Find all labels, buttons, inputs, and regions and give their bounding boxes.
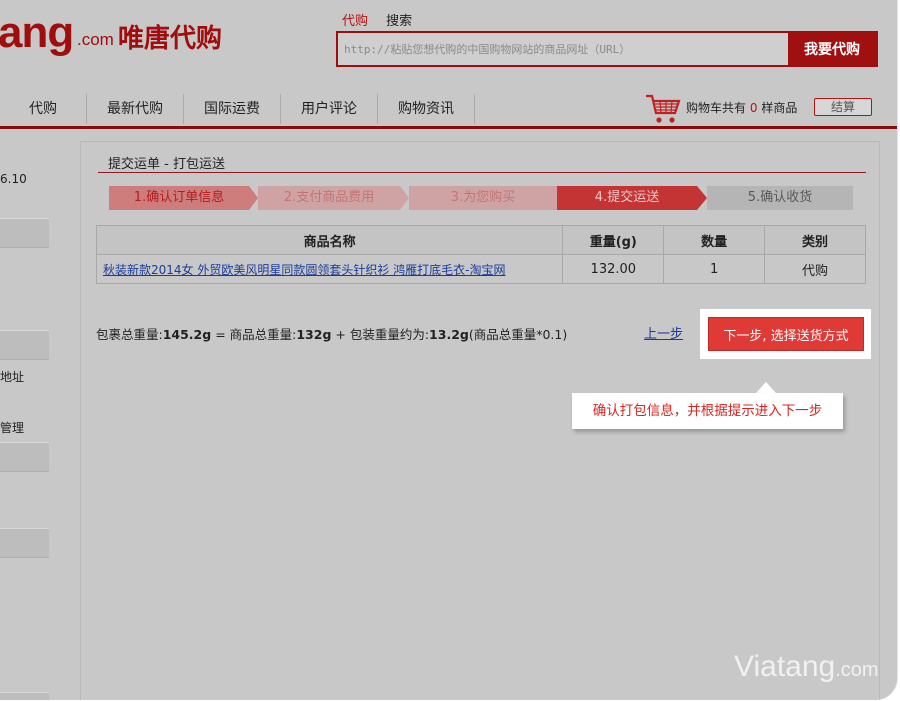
cell-name: 秋装新款2014女 外贸欧美风明星同款圆领套头针织衫 鸿雁打底毛衣-淘宝网 [95, 254, 564, 284]
sidebar-address-fragment[interactable]: 地址 [0, 368, 24, 385]
weight-goods: 132g [296, 327, 332, 342]
tooltip-hint: 确认打包信息，并根据提示进入下一步 [572, 393, 843, 429]
sidebar-manage-fragment[interactable]: 管理 [0, 419, 24, 436]
weight-label-pack: + 包装重量约为: [331, 327, 430, 342]
package-weight-summary: 包裹总重量:145.2g = 商品总重量:132g + 包装重量约为:13.2g… [96, 324, 567, 343]
cart-prefix: 购物车共有 [686, 101, 747, 115]
page-screen: ang .com 唯唐代购 代购 搜索 我要代购 代购 最新代购 国际运费 用户… [0, 0, 898, 700]
step-arrow [400, 186, 409, 210]
nav-item-daigou[interactable]: 代购 [0, 94, 87, 124]
cart-count: 0 [749, 101, 758, 115]
product-link[interactable]: 秋装新款2014女 外贸欧美风明星同款圆领套头针织衫 鸿雁打底毛衣-淘宝网 [103, 263, 506, 277]
prev-step-link[interactable]: 上一步 [644, 323, 683, 342]
daigou-button[interactable]: 我要代购 [788, 33, 876, 65]
sidebar-section-bar [0, 692, 49, 700]
weight-label-total: 包裹总重量: [96, 327, 163, 342]
search-mode-tabs: 代购 搜索 [342, 10, 426, 29]
col-header-qty: 数量 [663, 225, 766, 255]
watermark-main: Viatang [734, 650, 836, 683]
step-pay: 2.支付商品费用 [258, 186, 400, 210]
sidebar-date-fragment: 6.10 [0, 172, 27, 186]
panel-title: 提交运单 - 打包运送 [108, 157, 225, 172]
nav-item-shipping[interactable]: 国际运费 [184, 94, 281, 124]
weight-formula: (商品总重量*0.1) [468, 327, 568, 342]
step-confirm-receipt: 5.确认收货 [707, 186, 853, 210]
cart-summary: 购物车共有 0 样商品 [686, 99, 797, 116]
goods-table: 商品名称 重量(g) 数量 类别 秋装新款2014女 外贸欧美风明星同款圆领套头… [95, 225, 866, 284]
next-button-highlight: 下一步, 选择送货方式 [700, 309, 871, 359]
sidebar-section-bar[interactable] [0, 528, 49, 558]
sidebar-section-bar[interactable] [0, 442, 49, 472]
nav-item-latest[interactable]: 最新代购 [87, 94, 184, 124]
col-header-type: 类别 [764, 225, 866, 255]
screenshot-frame: ang .com 唯唐代购 代购 搜索 我要代购 代购 最新代购 国际运费 用户… [0, 0, 900, 701]
search-box: 我要代购 [336, 31, 878, 67]
step-purchase: 3.为您购买 [409, 186, 557, 210]
panel-title-underline [98, 172, 866, 173]
next-step-button[interactable]: 下一步, 选择送货方式 [708, 317, 864, 351]
logo-brand-text: ang [0, 8, 74, 57]
logo-chinese-text: 唯唐代购 [118, 24, 223, 54]
logo-com-text: .com [77, 30, 114, 49]
watermark-suffix: .com [835, 659, 879, 681]
cell-weight: 132.00 [562, 254, 665, 284]
col-header-weight: 重量(g) [562, 225, 665, 255]
tab-daigou[interactable]: 代购 [342, 14, 368, 29]
cell-qty: 1 [663, 254, 766, 284]
col-header-name: 商品名称 [95, 225, 564, 255]
step-submit-shipping: 4.提交运送 [557, 186, 697, 210]
viatang-watermark: Viatang.com [734, 650, 879, 684]
step-arrow [697, 186, 707, 210]
step-arrow [249, 186, 258, 210]
shopping-cart-icon[interactable] [645, 93, 681, 125]
sidebar-section-bar[interactable] [0, 330, 49, 360]
cart-suffix: 样商品 [761, 101, 798, 115]
weight-label-goods: = 商品总重量: [211, 327, 297, 342]
tooltip-arrow [756, 382, 776, 393]
step-confirm-order: 1.确认订单信息 [109, 186, 249, 210]
weight-total: 145.2g [162, 327, 212, 342]
sidebar-section-bar[interactable] [0, 218, 49, 248]
weight-pack: 13.2g [429, 327, 469, 342]
nav-item-reviews[interactable]: 用户评论 [281, 94, 378, 124]
url-input[interactable] [338, 33, 788, 65]
table-row: 秋装新款2014女 外贸欧美风明星同款圆领套头针织衫 鸿雁打底毛衣-淘宝网 13… [95, 254, 866, 284]
tab-search[interactable]: 搜索 [386, 14, 412, 29]
cell-type: 代购 [764, 254, 866, 284]
nav-item-news[interactable]: 购物资讯 [378, 94, 475, 124]
table-header-row: 商品名称 重量(g) 数量 类别 [95, 225, 866, 255]
nav-divider [0, 126, 897, 129]
checkout-button[interactable]: 结算 [814, 98, 872, 116]
